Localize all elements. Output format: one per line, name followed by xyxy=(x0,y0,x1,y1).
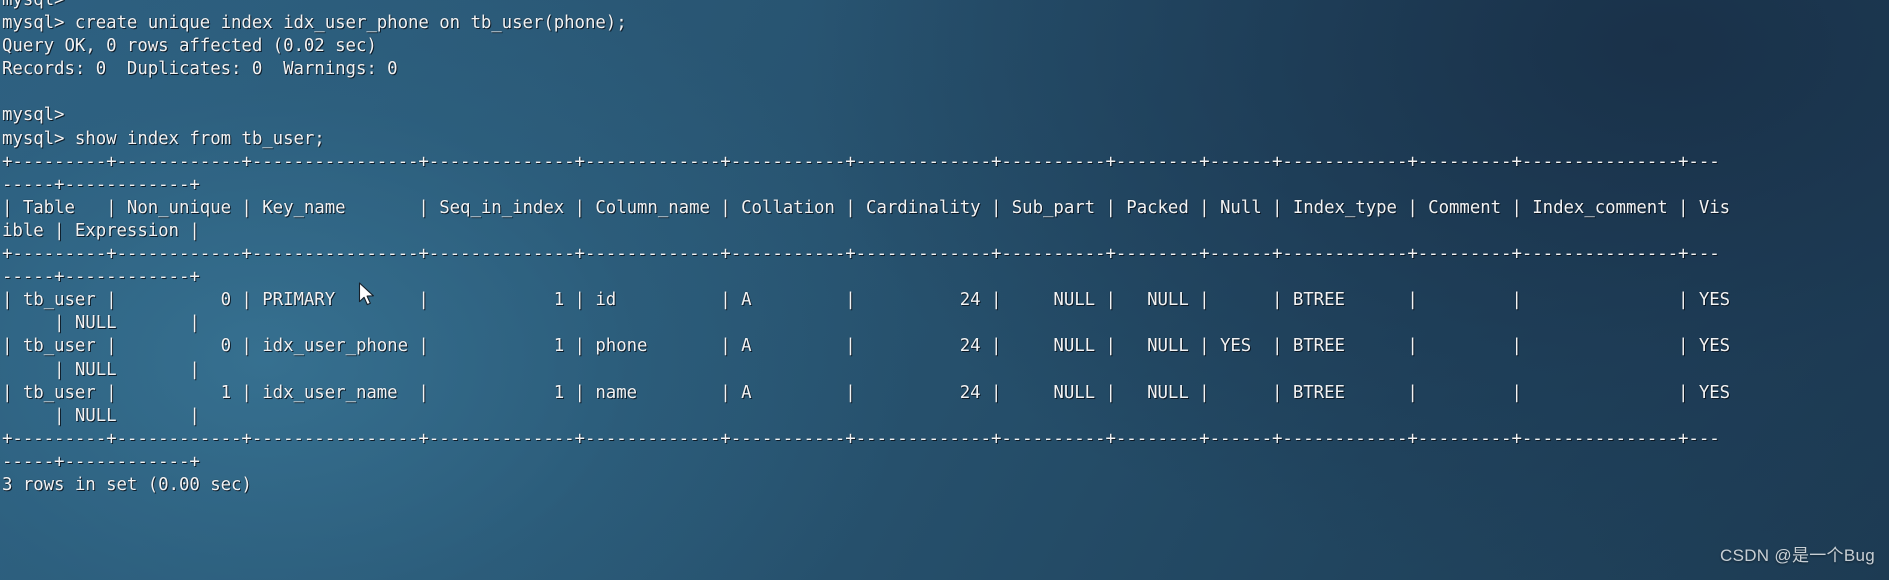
csdn-watermark: CSDN @是一个Bug xyxy=(1720,546,1875,565)
terminal-line: | NULL | xyxy=(2,313,200,334)
terminal-window[interactable]: mysql> mysql> create unique index idx_use… xyxy=(0,0,1889,580)
terminal-line: | Table | Non_unique | Key_name | Seq_in… xyxy=(2,197,1731,218)
terminal-line: | NULL | xyxy=(2,405,200,426)
terminal-output[interactable]: mysql> mysql> create unique index idx_use… xyxy=(2,0,1889,497)
terminal-line: -----+------------+ xyxy=(2,451,200,472)
terminal-line: | tb_user | 1 | idx_user_name | 1 | name… xyxy=(2,382,1731,403)
terminal-line: +---------+------------+----------------… xyxy=(2,244,1720,265)
terminal-line: Query OK, 0 rows affected (0.02 sec) xyxy=(2,36,377,57)
terminal-line: mysql> xyxy=(2,0,65,10)
terminal-line: | tb_user | 0 | PRIMARY | 1 | id | A | 2… xyxy=(2,290,1731,311)
terminal-line: | tb_user | 0 | idx_user_phone | 1 | pho… xyxy=(2,336,1731,357)
terminal-line: mysql> create unique index idx_user_phon… xyxy=(2,13,627,34)
terminal-scroll-region[interactable]: mysql> mysql> create unique index idx_use… xyxy=(2,0,1889,580)
terminal-line: +---------+------------+----------------… xyxy=(2,151,1720,172)
terminal-line: mysql> xyxy=(2,105,65,126)
terminal-line: mysql> show index from tb_user; xyxy=(2,128,325,149)
terminal-line: | NULL | xyxy=(2,359,200,380)
terminal-line: ible | Expression | xyxy=(2,220,200,241)
terminal-line: Records: 0 Duplicates: 0 Warnings: 0 xyxy=(2,59,398,80)
terminal-line: -----+------------+ xyxy=(2,267,200,288)
terminal-line: 3 rows in set (0.00 sec) xyxy=(2,474,252,495)
terminal-line: +---------+------------+----------------… xyxy=(2,428,1720,449)
terminal-line: -----+------------+ xyxy=(2,174,200,195)
